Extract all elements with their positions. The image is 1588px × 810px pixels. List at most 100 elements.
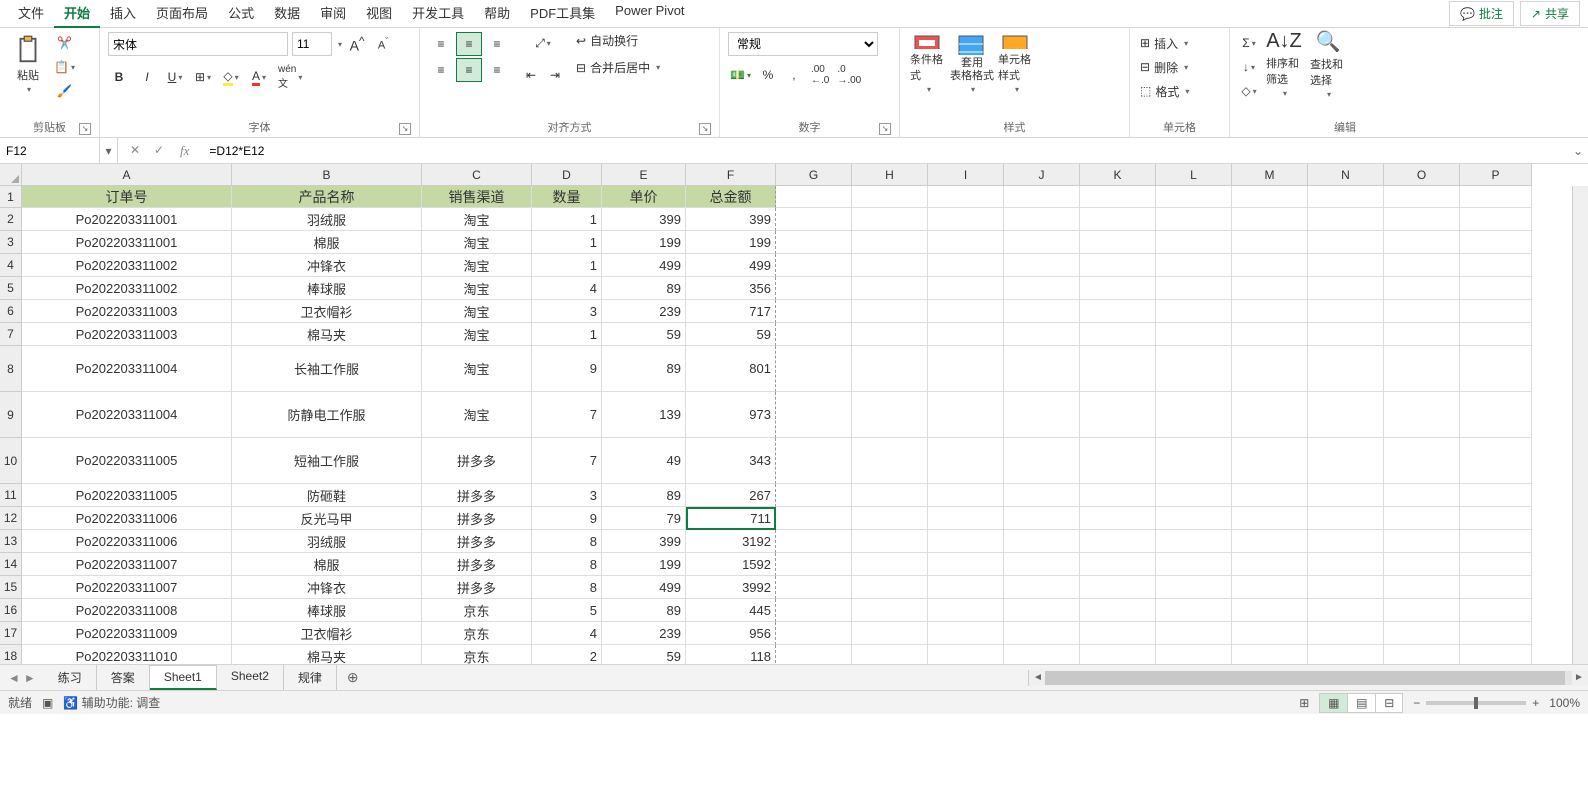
cell-L8[interactable] (1156, 346, 1232, 392)
row-header-12[interactable]: 12 (0, 507, 22, 530)
cell-D15[interactable]: 8 (532, 576, 602, 599)
cell-I17[interactable] (928, 622, 1004, 645)
cell-P11[interactable] (1460, 484, 1532, 507)
cell-B3[interactable]: 棉服 (232, 231, 422, 254)
fx-label[interactable]: fx (174, 143, 195, 159)
cell-N11[interactable] (1308, 484, 1384, 507)
share-button[interactable]: ↗ 共享 (1520, 1, 1580, 26)
cell-H8[interactable] (852, 346, 928, 392)
cell-D11[interactable]: 3 (532, 484, 602, 507)
cell-L2[interactable] (1156, 208, 1232, 231)
cell-E4[interactable]: 499 (602, 254, 686, 277)
cell-H6[interactable] (852, 300, 928, 323)
zoom-in-button[interactable]: + (1532, 696, 1539, 710)
cell-C6[interactable]: 淘宝 (422, 300, 532, 323)
cell-K13[interactable] (1080, 530, 1156, 553)
col-header-G[interactable]: G (776, 164, 852, 186)
cell-F7[interactable]: 59 (686, 323, 776, 346)
bold-button[interactable]: B (108, 66, 130, 88)
cell-I7[interactable] (928, 323, 1004, 346)
cell-N14[interactable] (1308, 553, 1384, 576)
row-header-13[interactable]: 13 (0, 530, 22, 553)
cell-L12[interactable] (1156, 507, 1232, 530)
cell-B13[interactable]: 羽绒服 (232, 530, 422, 553)
horizontal-scrollbar[interactable]: ◄ ► (1028, 670, 1588, 686)
zoom-slider-track[interactable] (1426, 701, 1526, 705)
cell-D3[interactable]: 1 (532, 231, 602, 254)
cell-N17[interactable] (1308, 622, 1384, 645)
align-right-button[interactable]: ≡ (484, 58, 510, 82)
cell-I2[interactable] (928, 208, 1004, 231)
cell-A12[interactable]: Po202203311006 (22, 507, 232, 530)
cell-O6[interactable] (1384, 300, 1460, 323)
menu-PDF工具集[interactable]: PDF工具集 (520, 0, 605, 28)
comma-button[interactable]: , (783, 62, 805, 88)
cell-O10[interactable] (1384, 438, 1460, 484)
cell-G3[interactable] (776, 231, 852, 254)
cell-C17[interactable]: 京东 (422, 622, 532, 645)
cell-B17[interactable]: 卫衣帽衫 (232, 622, 422, 645)
currency-button[interactable]: 💵▾ (728, 62, 753, 88)
formula-expand-button[interactable]: ⌄ (1568, 144, 1588, 158)
cell-G8[interactable] (776, 346, 852, 392)
row-header-1[interactable]: 1 (0, 186, 22, 208)
cell-L17[interactable] (1156, 622, 1232, 645)
paste-button[interactable]: 粘贴 ▾ (8, 32, 48, 96)
cell-J7[interactable] (1004, 323, 1080, 346)
align-top-button[interactable]: ≡ (428, 32, 454, 56)
cell-O14[interactable] (1384, 553, 1460, 576)
cell-O7[interactable] (1384, 323, 1460, 346)
cell-B10[interactable]: 短袖工作服 (232, 438, 422, 484)
row-header-11[interactable]: 11 (0, 484, 22, 507)
col-header-H[interactable]: H (852, 164, 928, 186)
cell-P17[interactable] (1460, 622, 1532, 645)
cell-K16[interactable] (1080, 599, 1156, 622)
cell-E16[interactable]: 89 (602, 599, 686, 622)
cell-K1[interactable] (1080, 186, 1156, 208)
align-middle-button[interactable]: ≡ (456, 32, 482, 56)
cell-F12[interactable]: 711 (686, 507, 776, 530)
clipboard-launcher[interactable]: ↘ (79, 123, 91, 135)
cell-D16[interactable]: 5 (532, 599, 602, 622)
cell-D10[interactable]: 7 (532, 438, 602, 484)
cell-G12[interactable] (776, 507, 852, 530)
sheet-tab-Sheet1[interactable]: Sheet1 (150, 665, 217, 690)
cell-M15[interactable] (1232, 576, 1308, 599)
increase-font-button[interactable]: A^ (346, 33, 368, 56)
zoom-slider-thumb[interactable] (1474, 697, 1478, 709)
row-header-6[interactable]: 6 (0, 300, 22, 323)
menu-公式[interactable]: 公式 (218, 0, 264, 28)
cell-B1[interactable]: 产品名称 (232, 186, 422, 208)
cell-K17[interactable] (1080, 622, 1156, 645)
cell-B5[interactable]: 棒球服 (232, 277, 422, 300)
cell-C10[interactable]: 拼多多 (422, 438, 532, 484)
cell-I12[interactable] (928, 507, 1004, 530)
menu-开发工具[interactable]: 开发工具 (402, 0, 474, 28)
cell-A8[interactable]: Po202203311004 (22, 346, 232, 392)
alignment-launcher[interactable]: ↘ (699, 123, 711, 135)
cell-C13[interactable]: 拼多多 (422, 530, 532, 553)
cell-L13[interactable] (1156, 530, 1232, 553)
cell-O1[interactable] (1384, 186, 1460, 208)
cell-G16[interactable] (776, 599, 852, 622)
cell-J15[interactable] (1004, 576, 1080, 599)
cell-I5[interactable] (928, 277, 1004, 300)
cell-O2[interactable] (1384, 208, 1460, 231)
scroll-right-arrow[interactable]: ► (1572, 672, 1586, 683)
page-layout-view-button[interactable]: ▤ (1347, 693, 1375, 713)
cell-C8[interactable]: 淘宝 (422, 346, 532, 392)
merge-center-button[interactable]: ⊟ 合并后居中 ▾ (576, 59, 660, 76)
cell-K3[interactable] (1080, 231, 1156, 254)
name-box-dropdown[interactable]: ▾ (100, 138, 118, 163)
cell-F14[interactable]: 1592 (686, 553, 776, 576)
menu-文件[interactable]: 文件 (8, 0, 54, 28)
cell-B9[interactable]: 防静电工作服 (232, 392, 422, 438)
cell-I16[interactable] (928, 599, 1004, 622)
cell-I8[interactable] (928, 346, 1004, 392)
col-header-F[interactable]: F (686, 164, 776, 186)
decrease-indent-button[interactable]: ⇤ (520, 64, 542, 86)
cell-M5[interactable] (1232, 277, 1308, 300)
tab-nav-prev[interactable]: ◄ (8, 671, 20, 685)
cell-I13[interactable] (928, 530, 1004, 553)
cell-P10[interactable] (1460, 438, 1532, 484)
